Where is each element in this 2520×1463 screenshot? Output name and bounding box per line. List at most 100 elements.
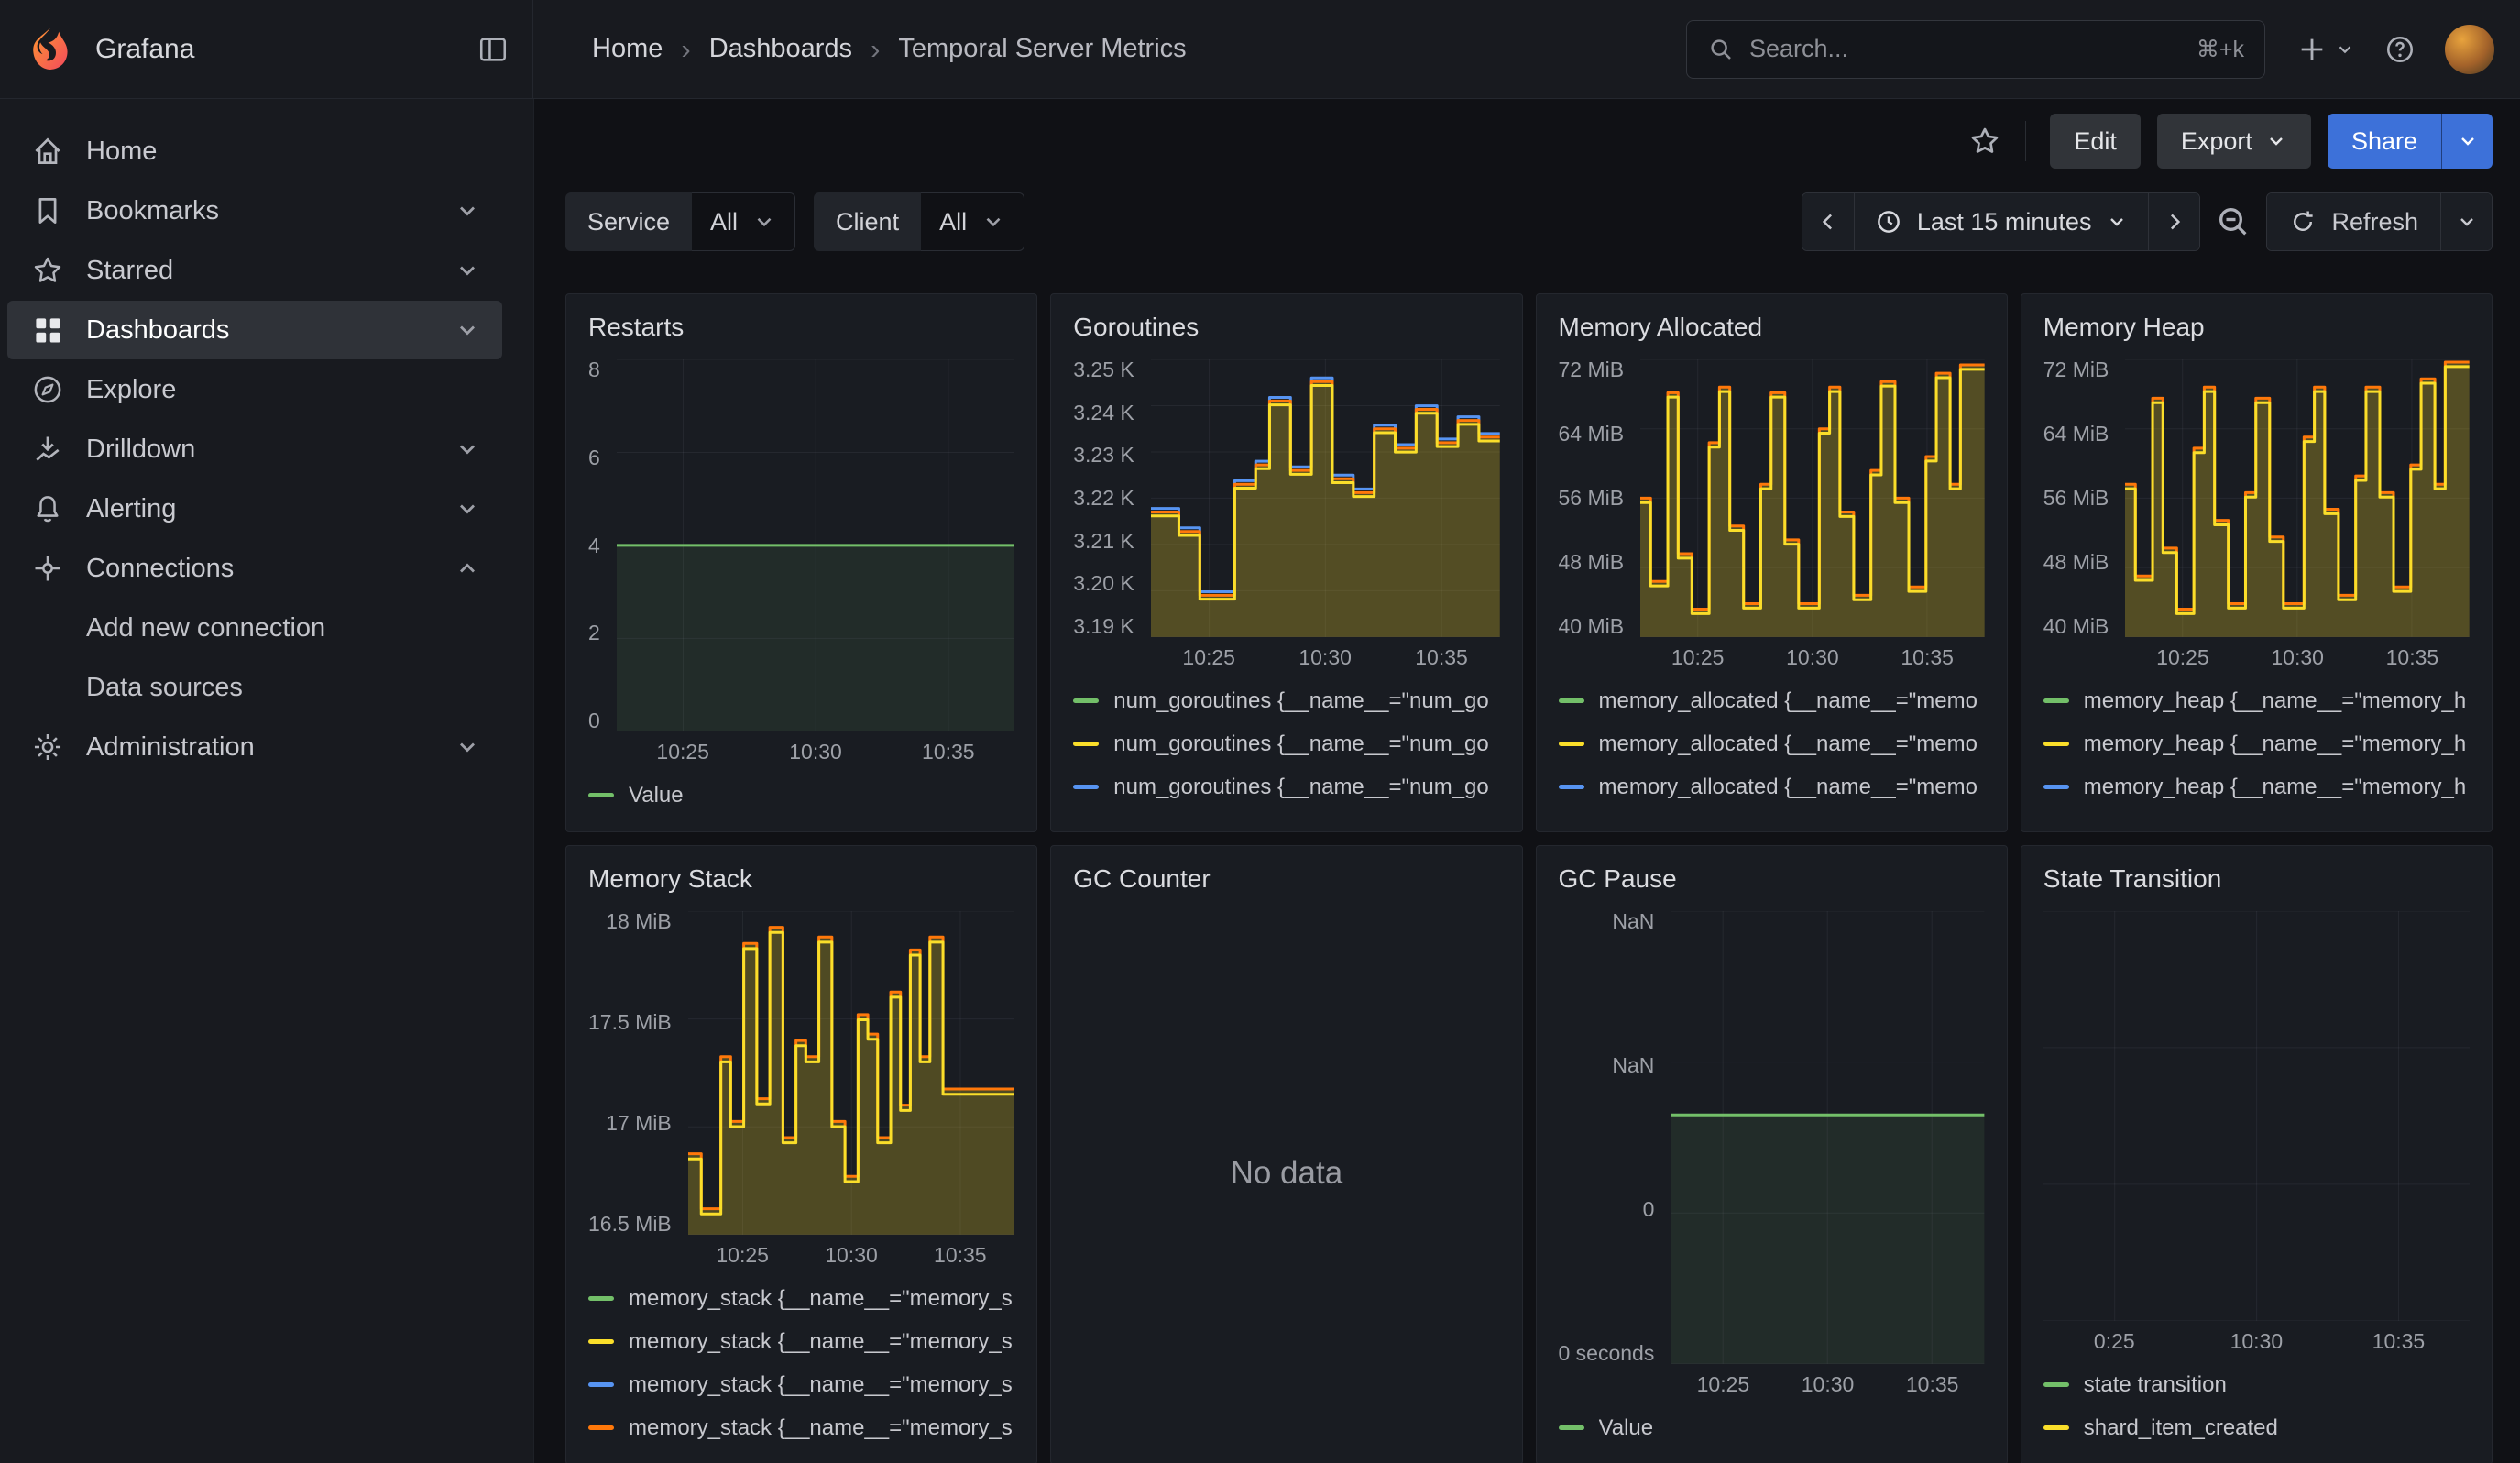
favorite-star-button[interactable] [1968,125,2001,158]
legend-label: memory_allocated {__name__="memo [1599,732,1978,757]
legend-item[interactable]: num_goroutines {__name__="num_go [1073,722,1499,765]
x-tick-label: 10:30 [1775,1372,1879,1397]
chart-canvas[interactable] [688,911,1014,1235]
refresh-interval-button[interactable] [2440,193,2492,250]
sidebar-item-bookmarks[interactable]: Bookmarks [7,182,502,240]
legend: state transitionshard_item_created [2043,1363,2470,1449]
legend-item[interactable]: memory_heap {__name__="memory_h [2043,765,2470,808]
zoom-out-button[interactable] [2215,204,2252,240]
user-avatar[interactable] [2445,25,2494,74]
panel-title[interactable]: Memory Allocated [1559,309,1985,345]
sidebar-item-alerting[interactable]: Alerting [7,479,502,538]
refresh-button[interactable]: Refresh [2267,193,2440,250]
plot-area[interactable] [2125,359,2470,637]
legend-item[interactable]: num_goroutines {__name__="num_go [1073,765,1499,808]
x-tick-label: 0:25 [2043,1329,2186,1354]
sidebar-item-add-new-connection[interactable]: Add new connection [7,599,502,657]
chart-canvas[interactable] [2043,911,2470,1321]
x-tick-label: 10:35 [1384,645,1500,670]
legend-item[interactable]: memory_stack {__name__="memory_s [588,1363,1014,1406]
grafana-logo-icon[interactable] [26,25,75,74]
share-button[interactable]: Share [2328,114,2441,169]
share-options-button[interactable] [2441,114,2493,169]
chart-area: 72 MiB64 MiB56 MiB48 MiB40 MiB 10:2510:3… [2043,359,2470,677]
legend-item[interactable]: memory_stack {__name__="memory_s [588,1320,1014,1363]
search-text-field[interactable] [1749,35,2182,63]
sidebar-item-drilldown[interactable]: Drilldown [7,420,502,478]
legend-item[interactable]: memory_allocated {__name__="memo [1559,722,1985,765]
legend-item[interactable]: memory_allocated {__name__="memo [1559,765,1985,808]
plot-column: 10:2510:3010:35 [688,911,1014,1275]
zoom-out-icon [2215,204,2252,240]
legend-color-marker [2043,698,2069,703]
panel-title[interactable]: GC Counter [1073,861,1499,896]
y-tick-label: 40 MiB [1559,616,1625,637]
legend-item[interactable]: num_goroutines {__name__="num_go [1073,808,1499,817]
time-range-picker[interactable]: Last 15 minutes [1854,193,2149,250]
legend-item[interactable]: memory_allocated {__name__="memo [1559,679,1985,722]
time-shift-forward-button[interactable] [2148,193,2199,250]
panel-title[interactable]: Restarts [588,309,1014,345]
toolbar-divider [2025,121,2026,161]
chart-canvas[interactable] [1671,911,1984,1364]
add-new-button[interactable] [2296,34,2355,65]
legend-item[interactable]: shard_item_created [2043,1406,2470,1449]
sidebar-item-dashboards[interactable]: Dashboards [7,301,502,359]
sidebar-item-administration[interactable]: Administration [7,718,502,776]
chart-area: 86420 10:2510:3010:35 [588,359,1014,772]
y-tick-label: 6 [588,447,600,468]
legend: Value [588,774,1014,817]
panel-title[interactable]: Goroutines [1073,309,1499,345]
chevron-down-icon [2335,39,2355,60]
clock-icon [1875,208,1902,236]
legend-label: Value [629,783,684,808]
legend-item[interactable]: Value [588,774,1014,817]
legend-item[interactable]: memory_heap {__name__="memory_h [2043,722,2470,765]
plot-area[interactable] [1640,359,1985,637]
legend: num_goroutines {__name__="num_gonum_goro… [1073,679,1499,817]
plot-area[interactable] [688,911,1014,1235]
search-input[interactable]: ⌘+k [1686,20,2265,79]
panel-title[interactable]: GC Pause [1559,861,1985,896]
legend-item[interactable]: memory_heap {__name__="memory_h [2043,679,2470,722]
sidebar-item-explore[interactable]: Explore [7,360,502,419]
variable-value-dropdown[interactable]: All [921,192,1024,251]
panel-title[interactable]: Memory Stack [588,861,1014,896]
sidebar-item-connections[interactable]: Connections [7,539,502,598]
time-controls: Last 15 minutes Refresh [1802,192,2493,251]
sidebar-item-starred[interactable]: Starred [7,241,502,300]
legend-item[interactable]: memory_stack {__name__="memory_s [588,1406,1014,1449]
panel-title[interactable]: Memory Heap [2043,309,2470,345]
time-shift-back-button[interactable] [1802,193,1854,250]
sidebar-item-data-sources[interactable]: Data sources [7,658,502,717]
plot-column: 10:2510:3010:35 [1640,359,1985,677]
edit-button[interactable]: Edit [2050,114,2141,169]
chart-canvas[interactable] [1151,359,1500,637]
variable-value-dropdown[interactable]: All [692,192,795,251]
panel-title[interactable]: State Transition [2043,861,2470,896]
chevron-down-icon [752,210,776,234]
sidebar-item-home[interactable]: Home [7,122,502,181]
chart-canvas[interactable] [2125,359,2470,637]
plus-icon [2296,34,2328,65]
refresh-group: Refresh [2266,192,2493,251]
legend-item[interactable]: num_goroutines {__name__="num_go [1073,679,1499,722]
legend-item[interactable]: memory_heap {__name__="memory_h [2043,808,2470,817]
chart-canvas[interactable] [1640,359,1985,637]
plot-area[interactable] [2043,911,2470,1321]
export-button[interactable]: Export [2157,114,2311,169]
legend-item[interactable]: Value [1559,1406,1985,1449]
legend-item[interactable]: memory_stack {__name__="memory_s [588,1277,1014,1320]
breadcrumb-item[interactable]: Dashboards [709,34,852,64]
legend-item[interactable]: state transition [2043,1363,2470,1406]
plot-area[interactable] [617,359,1014,732]
breadcrumb-item[interactable]: Home [592,34,663,64]
help-button[interactable] [2384,34,2416,65]
x-tick-label: 10:30 [2186,1329,2328,1354]
plot-area[interactable] [1151,359,1500,637]
plot-column: 10:2510:3010:35 [2125,359,2470,677]
sidebar-toggle-icon[interactable] [477,34,509,65]
legend-item[interactable]: memory_allocated {__name__="memo [1559,808,1985,817]
plot-area[interactable] [1671,911,1984,1364]
chart-canvas[interactable] [617,359,1014,732]
